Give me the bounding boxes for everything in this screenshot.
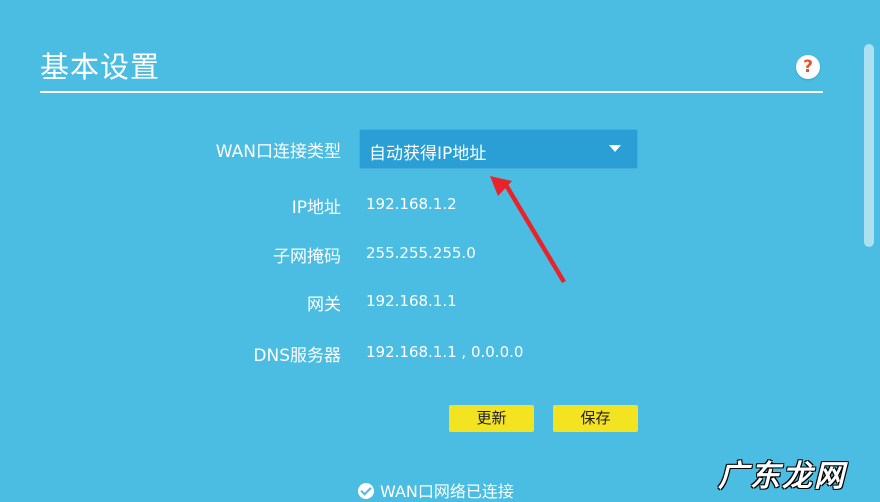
dns-server-label: DNS服务器 — [253, 346, 341, 366]
ip-address-label: IP地址 — [291, 198, 341, 218]
save-button[interactable]: 保存 — [553, 405, 638, 432]
dns-server-value: 192.168.1.1 , 0.0.0.0 — [366, 343, 524, 361]
subnet-mask-label: 子网掩码 — [273, 247, 341, 267]
wan-connection-type-label: WAN口连接类型 — [215, 142, 341, 162]
wan-status-text: WAN口网络已连接 — [380, 482, 514, 501]
wan-connection-type-select[interactable]: 自动获得IP地址 — [359, 129, 638, 169]
arrow-head — [490, 176, 512, 196]
watermark-logo: 广东龙网 — [718, 459, 846, 494]
wan-connection-type-value: 自动获得IP地址 — [369, 144, 487, 164]
ip-address-value: 192.168.1.2 — [366, 195, 457, 213]
question-mark-icon: ? — [803, 57, 813, 77]
scrollbar-thumb[interactable] — [864, 44, 874, 247]
refresh-button[interactable]: 更新 — [449, 405, 534, 432]
wan-status: WAN口网络已连接 — [358, 478, 514, 501]
gateway-label: 网关 — [307, 295, 341, 315]
subnet-mask-value: 255.255.255.0 — [366, 244, 476, 262]
check-circle-icon — [358, 483, 374, 499]
title-divider — [40, 91, 823, 93]
arrow-shaft — [504, 184, 566, 283]
help-button[interactable]: ? — [796, 55, 820, 79]
page-title: 基本设置 — [40, 50, 161, 84]
caret-down-icon — [609, 145, 621, 152]
gateway-value: 192.168.1.1 — [366, 292, 457, 310]
